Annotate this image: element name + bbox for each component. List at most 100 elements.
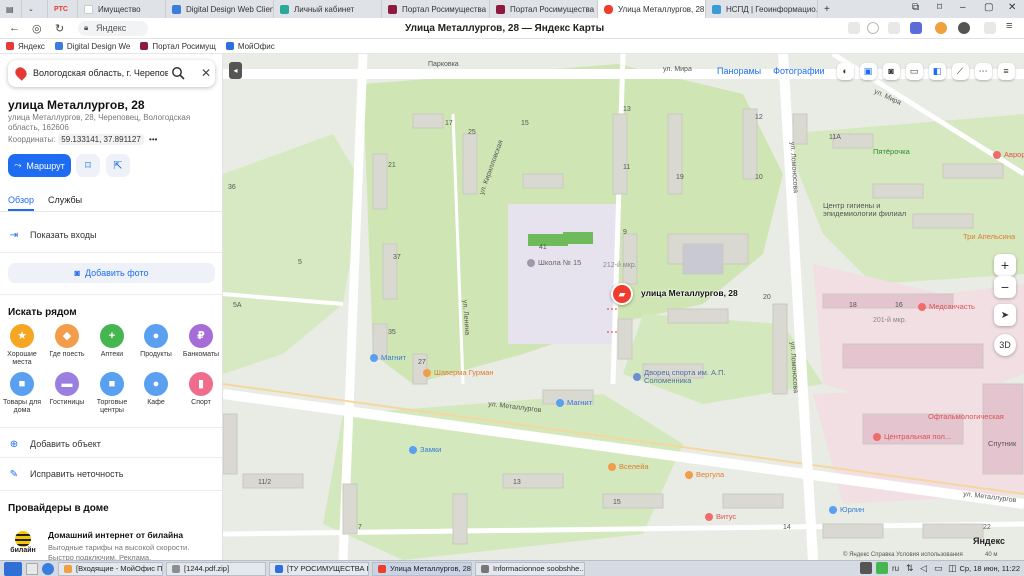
- poi-ophthalm[interactable]: Офтальмологическая: [928, 412, 1004, 421]
- transport-icon[interactable]: ▭: [905, 62, 923, 80]
- extensions-icon[interactable]: ⧉: [912, 2, 919, 13]
- 3d-button[interactable]: 3D: [994, 334, 1016, 356]
- browser-tab[interactable]: Личный кабинет: [274, 0, 382, 18]
- photos-link[interactable]: Фотографии: [773, 66, 824, 76]
- profile-icon[interactable]: [958, 22, 970, 34]
- poi-medsanchast[interactable]: Медсанчасть: [918, 302, 975, 311]
- poi-polyclinic[interactable]: Центральная пол...: [873, 432, 951, 441]
- reader-icon[interactable]: [848, 22, 860, 34]
- category-hotels[interactable]: ▬ Гостиницы: [45, 372, 89, 407]
- map-copyright[interactable]: © Яндекс Справка Условия использования: [843, 552, 963, 558]
- browser-tab[interactable]: Digital Design Web Client: [166, 0, 274, 18]
- category-sport[interactable]: ▮ Спорт: [179, 372, 222, 407]
- start-menu-icon[interactable]: [4, 561, 22, 576]
- avatar-icon[interactable]: [935, 22, 947, 34]
- category-cafe[interactable]: ● Кафе: [134, 372, 178, 407]
- bookmark-button[interactable]: ⌑: [76, 154, 100, 177]
- poi-avrora[interactable]: Аврора: [993, 150, 1024, 159]
- add-object-link[interactable]: ⊕ Добавить объект: [8, 438, 101, 450]
- new-tab-button[interactable]: +: [818, 0, 840, 18]
- app-icon[interactable]: [42, 562, 54, 575]
- category-food[interactable]: ◆ Где поесть: [45, 324, 89, 359]
- category-pharmacy[interactable]: + Аптеки: [90, 324, 134, 359]
- poi-center[interactable]: Центр гигиены и эпидемиологии филиал: [823, 202, 913, 218]
- panoramas-link[interactable]: Панорамы: [717, 66, 761, 76]
- bookmark-item[interactable]: МойОфис: [225, 42, 275, 51]
- taskbar-item[interactable]: Informacionnoe soobshhe...: [475, 561, 585, 576]
- share-button[interactable]: ⇱: [106, 154, 130, 177]
- menu-icon[interactable]: ≡: [997, 62, 1015, 80]
- reload-icon[interactable]: ↻: [55, 22, 64, 35]
- download-icon[interactable]: [984, 22, 996, 34]
- minimize-icon[interactable]: –: [960, 2, 966, 13]
- poi-pyaterochka[interactable]: Пятёрочка: [873, 147, 910, 156]
- zoom-in-button[interactable]: +: [994, 254, 1016, 276]
- more-icon[interactable]: •••: [149, 135, 157, 144]
- taskbar-item[interactable]: [ТУ РОСИМУЩЕСТВА В В...: [269, 561, 369, 576]
- category-atm[interactable]: ₽ Банкоматы: [179, 324, 222, 359]
- category-home-goods[interactable]: ■ Товары для дома: [0, 372, 44, 415]
- map-canvas[interactable]: Парковка ул. Мира ул. Мира ул. Металлург…: [223, 54, 1024, 560]
- yandex-circle-icon[interactable]: ◎: [32, 22, 42, 35]
- locate-button[interactable]: ➤: [994, 304, 1016, 326]
- poi-vseleya[interactable]: Вселейа: [608, 462, 649, 471]
- close-window-icon[interactable]: ✕: [1008, 2, 1016, 13]
- poi-magnit[interactable]: Магнит: [556, 398, 592, 407]
- location-marker[interactable]: ▰: [611, 283, 633, 305]
- browser-tab[interactable]: НСПД | Геоинформацио...: [706, 0, 818, 18]
- url-field[interactable]: 🔒︎ Яндекс: [78, 21, 148, 36]
- map-layers-icon[interactable]: ◧: [928, 62, 946, 80]
- poi-school[interactable]: Школа № 15: [527, 258, 581, 267]
- taskbar-item[interactable]: [Входящие - МойОфис П...: [58, 561, 163, 576]
- volume-icon[interactable]: ◁: [920, 563, 927, 574]
- provider-name[interactable]: Домашний интернет от билайна: [48, 530, 183, 540]
- show-entrances-link[interactable]: ⇥ Показать входы: [8, 229, 97, 241]
- bookmark-item[interactable]: Digital Design We: [54, 42, 130, 51]
- browser-tab[interactable]: Имущество: [78, 0, 166, 18]
- close-icon[interactable]: ✕: [201, 66, 211, 80]
- category-good-places[interactable]: ★ Хорошие места: [0, 324, 44, 367]
- search-icon[interactable]: [171, 66, 185, 80]
- browser-menu-button[interactable]: ▤: [0, 0, 22, 18]
- poi-yurlin[interactable]: Юрлин: [829, 505, 864, 514]
- more-icon[interactable]: ⋯: [974, 62, 992, 80]
- tray-icon[interactable]: [860, 562, 872, 574]
- maximize-icon[interactable]: ▢: [984, 2, 993, 13]
- poi-shaverma[interactable]: Шаверма Гурман: [423, 368, 494, 377]
- poi-palace[interactable]: Дворец спорта им. А.П. Соломенника: [633, 369, 733, 385]
- desktop-icon[interactable]: [26, 562, 38, 575]
- system-clock[interactable]: Ср, 18 июн, 11:22: [959, 564, 1020, 573]
- tab-overview[interactable]: Обзор: [8, 195, 34, 211]
- layers-icon[interactable]: ◐: [836, 62, 854, 80]
- search-input[interactable]: Вологодская область, г. Череповец, ... ✕: [8, 60, 215, 87]
- camera-icon[interactable]: ◙: [882, 62, 900, 80]
- browser-tab[interactable]: Портал Росимущества: [382, 0, 490, 18]
- extension-icon[interactable]: [910, 22, 922, 34]
- poi-vergula[interactable]: Вергула: [685, 470, 724, 479]
- zoom-out-button[interactable]: −: [994, 276, 1016, 298]
- network-icon[interactable]: ⇅: [906, 563, 914, 574]
- more-menu-icon[interactable]: ≡: [1006, 20, 1012, 32]
- category-groceries[interactable]: ● Продукты: [134, 324, 178, 359]
- poi-vitus[interactable]: Витус: [705, 512, 736, 521]
- taskbar-item[interactable]: [1244.pdf.zip]: [166, 561, 266, 576]
- route-button[interactable]: ⤳ Маршрут: [8, 154, 71, 177]
- translate-icon[interactable]: [888, 22, 900, 34]
- browser-tab[interactable]: ⌄: [22, 0, 48, 18]
- collapse-panel-button[interactable]: ◂: [229, 62, 242, 79]
- bookmark-icon[interactable]: ⌑: [937, 2, 942, 13]
- back-icon[interactable]: ←: [9, 22, 20, 34]
- location-icon[interactable]: [867, 22, 879, 34]
- panorama-icon[interactable]: ▣: [859, 62, 877, 80]
- poi-zamki[interactable]: Замки: [409, 445, 441, 454]
- poi-apelsina[interactable]: Три Апельсина: [963, 232, 1015, 241]
- notification-icon[interactable]: ◫: [948, 563, 957, 574]
- fix-error-link[interactable]: ✎ Исправить неточность: [8, 468, 124, 480]
- add-photo-button[interactable]: ◙ Добавить фото: [8, 263, 215, 283]
- browser-tab[interactable]: РТС: [48, 0, 78, 18]
- keyboard-layout-icon[interactable]: ru: [892, 564, 899, 573]
- ruler-icon[interactable]: ⟋: [951, 62, 969, 80]
- coords-value[interactable]: 59.133141, 37.891127: [58, 134, 144, 145]
- browser-tab[interactable]: Портал Росимущества: [490, 0, 598, 18]
- tray-icon[interactable]: [876, 562, 888, 574]
